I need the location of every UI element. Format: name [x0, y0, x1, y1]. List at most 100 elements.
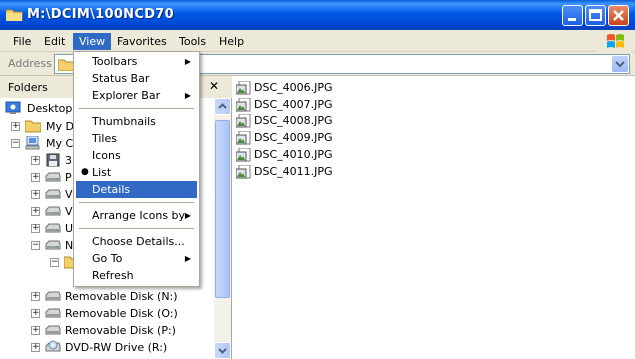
title-bar[interactable]: M:\DCIM\100NCD70	[0, 0, 635, 30]
expand-icon[interactable]: +	[31, 207, 40, 216]
file-item[interactable]: DSC_4011.JPG	[235, 164, 346, 180]
scroll-thumb[interactable]	[215, 120, 230, 298]
expand-icon[interactable]: +	[31, 343, 40, 352]
file-name: DSC_4006.JPG	[254, 81, 333, 94]
view-menu-item-refresh[interactable]: Refresh	[76, 267, 197, 284]
file-item[interactable]: DSC_4010.JPG	[235, 147, 346, 163]
menu-help[interactable]: Help	[213, 33, 250, 50]
close-icon[interactable]: ✕	[209, 79, 219, 93]
view-menu-item-tiles[interactable]: Tiles	[76, 130, 197, 147]
jpg-image-icon	[235, 164, 252, 179]
minimize-button[interactable]	[562, 5, 583, 26]
vertical-scrollbar[interactable]	[214, 98, 231, 359]
file-name: DSC_4010.JPG	[254, 147, 333, 161]
collapse-icon[interactable]: −	[31, 241, 40, 250]
close-icon	[613, 10, 624, 21]
menu-favorites[interactable]: Favorites	[111, 33, 173, 50]
collapse-icon[interactable]: −	[50, 258, 59, 267]
tree-item[interactable]: + DVD-RW Drive (R:)	[0, 339, 214, 356]
submenu-arrow-icon: ▶	[184, 57, 191, 66]
close-button[interactable]	[608, 5, 629, 26]
desktop-icon	[5, 101, 21, 115]
menu-item-label: Thumbnails	[92, 115, 156, 128]
file-item[interactable]: DSC_4008.JPG	[235, 113, 346, 129]
drive-icon	[45, 204, 61, 218]
file-list: DSC_4006.JPG DSC_4007.JPG DSC_4008.JPG DSC_…	[233, 76, 635, 359]
collapse-icon[interactable]: −	[11, 139, 20, 148]
file-item[interactable]: DSC_4006.JPG	[235, 80, 346, 96]
minimize-icon	[568, 18, 576, 21]
tree-item-label: P	[65, 171, 72, 184]
tree-item[interactable]: + Removable Disk (P:)	[0, 322, 214, 339]
expand-icon[interactable]: +	[31, 173, 40, 182]
menu-item-label: Details	[92, 183, 131, 196]
chevron-down-icon	[615, 61, 625, 68]
view-menu-item-go-to[interactable]: Go To ▶	[76, 250, 197, 267]
folder-icon	[5, 8, 23, 22]
file-name: DSC_4008.JPG	[254, 114, 333, 128]
drive-icon	[45, 238, 61, 252]
view-menu-item-arrange-icons-by[interactable]: Arrange Icons by ▶	[76, 207, 197, 224]
expand-icon[interactable]: +	[31, 156, 40, 165]
expand-icon[interactable]: +	[31, 309, 40, 318]
tree-item[interactable]: + Removable Disk (N:)	[0, 288, 214, 305]
expand-icon[interactable]: +	[31, 292, 40, 301]
jpg-image-icon	[235, 80, 252, 95]
file-name: DSC_4007.JPG	[254, 97, 333, 111]
menu-separator	[79, 202, 194, 203]
menu-item-label: Go To	[92, 252, 123, 265]
tree-item[interactable]: + Removable Disk (O:)	[0, 305, 214, 322]
expand-icon[interactable]: +	[31, 224, 40, 233]
tree-item-label: 3	[65, 154, 72, 167]
drive-icon	[45, 221, 61, 235]
view-menu-item-details[interactable]: Details	[76, 181, 197, 198]
menu-item-label: Status Bar	[92, 72, 150, 85]
view-menu-item-explorer-bar[interactable]: Explorer Bar ▶	[76, 87, 197, 104]
removable-disk-icon	[45, 323, 61, 337]
expand-icon[interactable]: +	[31, 326, 40, 335]
menu-bar: File Edit View Favorites Tools Help	[0, 30, 635, 52]
menu-item-label: Icons	[92, 149, 121, 162]
chevron-up-icon	[218, 103, 227, 109]
drive-icon	[45, 170, 61, 184]
view-menu-item-toolbars[interactable]: Toolbars ▶	[76, 53, 197, 70]
removable-disk-icon	[45, 289, 61, 303]
expand-icon[interactable]: +	[31, 190, 40, 199]
address-dropdown-button[interactable]	[612, 56, 628, 72]
view-menu-item-choose-details[interactable]: Choose Details...	[76, 233, 197, 250]
jpg-image-icon	[235, 130, 252, 145]
view-menu-item-icons[interactable]: Icons	[76, 147, 197, 164]
submenu-arrow-icon: ▶	[184, 254, 191, 263]
maximize-button[interactable]	[585, 5, 606, 26]
view-menu-item-list[interactable]: ● List	[76, 164, 197, 181]
view-menu-item-status-bar[interactable]: Status Bar	[76, 70, 197, 87]
menu-tools[interactable]: Tools	[173, 33, 212, 50]
chevron-down-icon	[218, 348, 227, 354]
submenu-arrow-icon: ▶	[184, 91, 191, 100]
file-name: DSC_4011.JPG	[254, 164, 333, 178]
menu-item-label: Choose Details...	[92, 235, 185, 248]
scroll-up-button[interactable]	[214, 98, 231, 115]
bullet-icon: ●	[81, 167, 89, 177]
removable-disk-icon	[45, 306, 61, 320]
drive-icon	[45, 187, 61, 201]
menu-item-label: Tiles	[92, 132, 117, 145]
jpg-image-icon	[235, 147, 252, 162]
folders-title: Folders	[8, 81, 48, 94]
file-item[interactable]: DSC_4009.JPG	[235, 130, 346, 146]
tree-item-label: Removable Disk (N:)	[65, 290, 178, 303]
file-name: DSC_4009.JPG	[254, 131, 333, 145]
dvd-drive-icon	[45, 340, 61, 354]
file-item[interactable]: DSC_4007.JPG	[235, 97, 346, 113]
scroll-down-button[interactable]	[214, 342, 231, 359]
menu-edit[interactable]: Edit	[38, 33, 71, 50]
jpg-image-icon	[235, 97, 252, 112]
computer-icon	[25, 135, 41, 150]
tree-item-label: Removable Disk (P:)	[65, 324, 176, 337]
menu-view[interactable]: View	[73, 33, 112, 50]
menu-item-label: Explorer Bar	[92, 89, 161, 102]
menu-file[interactable]: File	[7, 33, 37, 50]
view-menu-item-thumbnails[interactable]: Thumbnails	[76, 113, 197, 130]
submenu-arrow-icon: ▶	[184, 211, 191, 220]
expand-icon[interactable]: +	[11, 122, 20, 131]
